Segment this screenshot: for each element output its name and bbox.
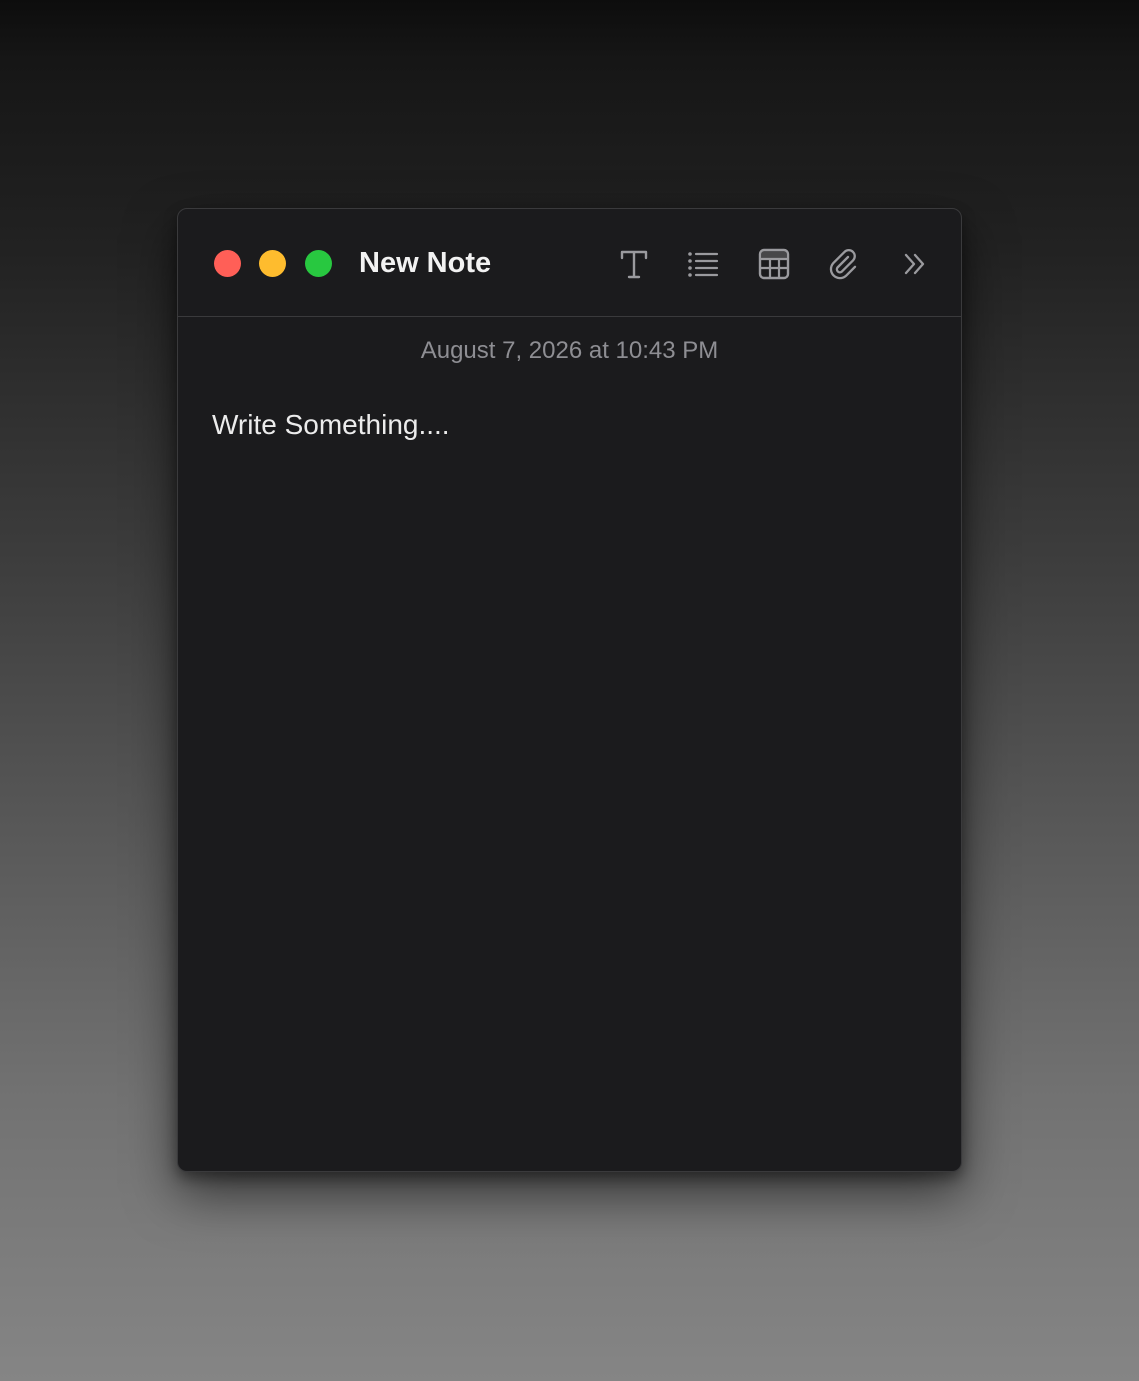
title-bar[interactable]: New Note xyxy=(178,209,961,317)
note-timestamp: August 7, 2026 at 10:43 PM xyxy=(420,337,719,364)
note-body-placeholder: Write Something.... xyxy=(212,409,450,440)
close-window-button[interactable] xyxy=(214,250,241,277)
attachment-button[interactable] xyxy=(824,245,862,283)
minimize-window-button[interactable] xyxy=(259,250,286,277)
more-tools-button[interactable] xyxy=(896,245,934,283)
bulleted-list-button[interactable] xyxy=(684,245,722,283)
bulleted-list-icon xyxy=(688,252,719,277)
paperclip-icon xyxy=(829,249,857,280)
note-window: New Note August 7, 2026 at 10:43 PM Writ… xyxy=(177,208,962,1172)
text-format-icon xyxy=(620,250,648,279)
text-format-button[interactable] xyxy=(615,245,653,283)
table-icon xyxy=(758,248,790,280)
double-chevron-right-icon xyxy=(904,253,925,275)
window-title: New Note xyxy=(359,247,492,279)
zoom-window-button[interactable] xyxy=(305,250,332,277)
table-button[interactable] xyxy=(755,245,793,283)
note-body-editor[interactable]: Write Something.... xyxy=(212,405,927,1145)
